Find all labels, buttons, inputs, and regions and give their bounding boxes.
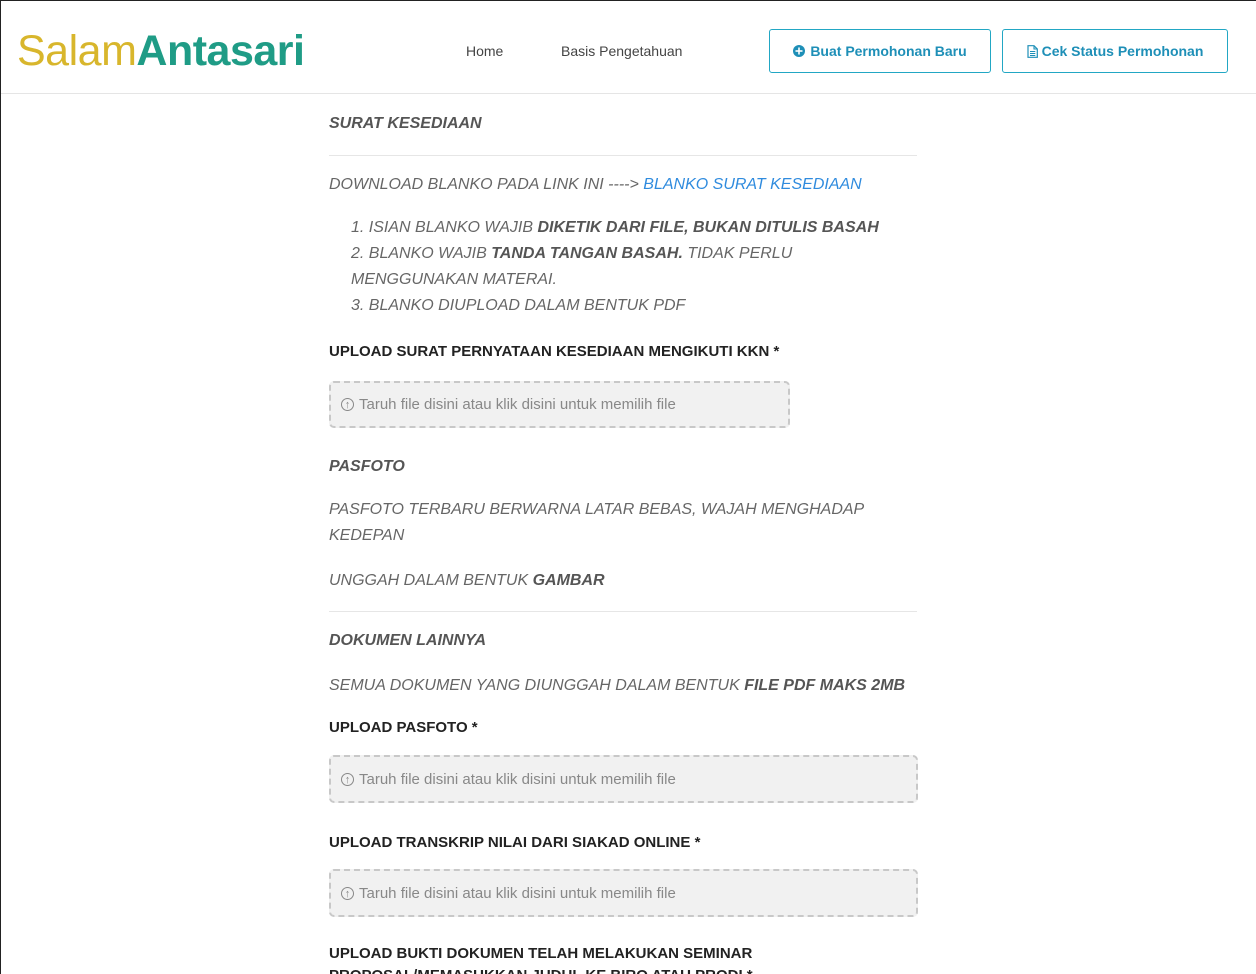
dropzone-placeholder: Taruh file disini atau klik disini untuk… xyxy=(359,884,676,902)
blanko-instructions-list: 1. ISIAN BLANKO WAJIB DIKETIK DARI FILE,… xyxy=(351,215,917,319)
list-item-emphasis: TANDA TANGAN BASAH. xyxy=(491,245,683,262)
list-item-text: ISIAN BLANKO WAJIB xyxy=(368,219,538,236)
divider xyxy=(329,155,917,156)
upload-circle-icon: ↑ xyxy=(341,886,354,900)
dokumen-description-emphasis: FILE PDF MAKS 2MB xyxy=(744,677,906,694)
divider xyxy=(329,611,917,612)
document-icon xyxy=(1026,44,1038,58)
buat-permohonan-button[interactable]: Buat Permohonan Baru xyxy=(769,29,991,73)
pasfoto-format-prefix: UNGGAH DALAM BENTUK xyxy=(329,572,533,589)
dropzone-placeholder: Taruh file disini atau klik disini untuk… xyxy=(359,770,676,788)
upload-kesediaan-dropzone[interactable]: ↑ Taruh file disini atau klik disini unt… xyxy=(329,381,790,428)
pasfoto-description: PASFOTO TERBARU BERWARNA LATAR BEBAS, WA… xyxy=(329,501,864,544)
upload-seminar-label: UPLOAD BUKTI DOKUMEN TELAH MELAKUKAN SEM… xyxy=(329,945,753,974)
nav-basis-pengetahuan-link[interactable]: Basis Pengetahuan xyxy=(561,43,682,59)
list-item-number: 1. xyxy=(351,219,365,236)
upload-transkrip-label: UPLOAD TRANSKRIP NILAI DARI SIAKAD ONLIN… xyxy=(329,834,701,851)
list-item: 1. ISIAN BLANKO WAJIB DIKETIK DARI FILE,… xyxy=(351,215,917,241)
list-item-text: BLANKO WAJIB xyxy=(368,245,492,262)
dropzone-placeholder: Taruh file disini atau klik disini untuk… xyxy=(359,396,676,413)
list-item-emphasis: DIKETIK DARI FILE, BUKAN DITULIS BASAH xyxy=(537,219,879,236)
download-prefix: DOWNLOAD BLANKO PADA LINK INI ----> xyxy=(329,176,644,193)
cek-status-label: Cek Status Permohonan xyxy=(1041,43,1204,59)
pasfoto-format-emphasis: GAMBAR xyxy=(532,572,605,589)
list-item: 2. BLANKO WAJIB TANDA TANGAN BASAH. TIDA… xyxy=(351,241,917,293)
dokumen-description-prefix: SEMUA DOKUMEN YANG DIUNGGAH DALAM BENTUK xyxy=(329,677,745,694)
list-item-number: 2. xyxy=(351,245,365,262)
dokumen-lainnya-heading: DOKUMEN LAINNYA xyxy=(329,632,487,649)
brand-logo[interactable]: SalamAntasari xyxy=(17,26,305,76)
list-item-number: 3. xyxy=(351,297,365,314)
upload-pasfoto-dropzone[interactable]: ↑ Taruh file disini atau klik disini unt… xyxy=(329,755,918,803)
list-item-text: BLANKO DIUPLOAD DALAM BENTUK PDF xyxy=(368,297,686,314)
brand-part-salam: Salam xyxy=(17,27,137,75)
pasfoto-format-text: UNGGAH DALAM BENTUK GAMBAR xyxy=(329,568,917,594)
cek-status-button[interactable]: Cek Status Permohonan xyxy=(1002,29,1228,73)
navbar: SalamAntasari Home Basis Pengetahuan Bua… xyxy=(1,1,1256,94)
brand-part-antasari: Antasari xyxy=(136,27,305,75)
surat-kesediaan-heading: SURAT KESEDIAAN xyxy=(329,115,482,132)
list-item: 3. BLANKO DIUPLOAD DALAM BENTUK PDF xyxy=(351,293,917,319)
upload-transkrip-dropzone[interactable]: ↑ Taruh file disini atau klik disini unt… xyxy=(329,869,918,917)
upload-kesediaan-label: UPLOAD SURAT PERNYATAAN KESEDIAAN MENGIK… xyxy=(329,343,780,360)
blanko-surat-link[interactable]: BLANKO SURAT KESEDIAAN xyxy=(643,176,861,193)
buat-permohonan-label: Buat Permohonan Baru xyxy=(810,43,967,59)
page-frame: SalamAntasari Home Basis Pengetahuan Bua… xyxy=(0,0,1256,974)
plus-circle-icon xyxy=(793,45,806,57)
upload-circle-icon: ↑ xyxy=(341,772,354,786)
pasfoto-heading: PASFOTO xyxy=(329,458,405,475)
dokumen-description: SEMUA DOKUMEN YANG DIUNGGAH DALAM BENTUK… xyxy=(329,673,917,699)
download-blanko-text: DOWNLOAD BLANKO PADA LINK INI ----> BLAN… xyxy=(329,172,917,198)
nav-home-link[interactable]: Home xyxy=(466,43,503,59)
upload-circle-icon: ↑ xyxy=(341,398,354,411)
upload-pasfoto-label: UPLOAD PASFOTO * xyxy=(329,719,478,736)
